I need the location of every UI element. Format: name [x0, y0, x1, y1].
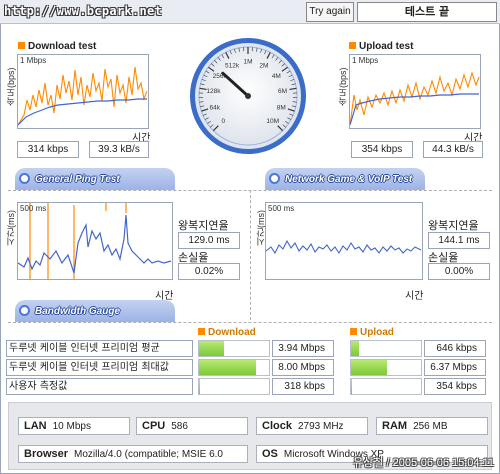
ping-game-series: [265, 239, 422, 255]
ping-game-chart-svg: [265, 239, 422, 255]
download-speed-value: 314 kbps: [17, 141, 79, 158]
bandwidth-row-upload-fill: [351, 379, 353, 394]
download-y-label: 속도(bps): [6, 67, 16, 106]
upload-chart-svg: [349, 71, 480, 126]
ping-general-rtt-value: 129.0 ms: [178, 232, 240, 249]
ping-general-y-label: 시간(ms): [6, 210, 16, 246]
ping-game-rtt-label: 왕복지연율: [428, 220, 479, 232]
cpu-info: CPU 586: [136, 417, 248, 435]
bandwidth-row-download-bar: [198, 359, 270, 376]
download-chart: [17, 54, 149, 129]
upload-scale-label: 1 Mbps: [352, 56, 379, 65]
bandwidth-row-upload-value: 354 kbps: [424, 378, 486, 395]
tab-bullet-icon: [19, 173, 30, 184]
download-rate-value: 39.3 kB/s: [89, 141, 149, 158]
tab-bandwidth-gauge-label: Bandwidth Gauge: [19, 305, 120, 317]
upload-y-label: 속도(bps): [338, 67, 348, 106]
bandwidth-row-download-value: 3.94 Mbps: [272, 340, 334, 357]
test-status: 테스트 끝: [357, 2, 497, 22]
download-title: Download test: [18, 41, 96, 52]
bandwidth-row-download-bar: [198, 340, 270, 357]
bandwidth-row-name: 사용자 측정값: [6, 378, 193, 395]
ping-general-series: [17, 214, 172, 274]
download-series-orange: [17, 66, 148, 126]
bandwidth-row-download-fill: [199, 341, 224, 356]
ping-general-loss-value: 0.02%: [178, 263, 240, 280]
ram-info: RAM 256 MB: [376, 417, 488, 435]
bandwidth-row-upload-bar: [350, 340, 422, 357]
divider-horizontal-bottom: [8, 322, 492, 323]
gauge-hub: [245, 93, 251, 99]
tab-network-game-label: Network Game & VoIP Test: [269, 173, 412, 185]
download-chart-svg: [17, 66, 148, 126]
download-marker-icon: [18, 42, 25, 49]
gauge-tick-label: 1M: [243, 59, 252, 66]
tab-bandwidth-gauge[interactable]: Bandwidth Gauge: [15, 300, 175, 322]
bandwidth-row-download-fill: [199, 379, 201, 394]
tab-bullet-icon: [269, 173, 280, 184]
upload-rate-value: 44.3 kB/s: [423, 141, 483, 158]
tab-general-ping-label: General Ping Test: [19, 173, 120, 185]
footer-signature: 유상철 / 2005-06-06 15:04:11: [353, 457, 494, 469]
gauge-tick-label: 8M: [277, 104, 286, 111]
tab-network-game[interactable]: Network Game & VoIP Test: [265, 168, 425, 190]
tab-bullet-icon: [19, 305, 30, 316]
gauge-tick-label: 6M: [278, 88, 287, 95]
upload-series-blue: [349, 93, 479, 126]
ping-general-chart: [17, 202, 173, 280]
bandwidth-row-name: 두루넷 케이블 인터넷 프리미엄 평균: [6, 340, 193, 357]
upload-chart: [349, 54, 481, 129]
clock-info: Clock 2793 MHz: [256, 417, 368, 435]
site-label: http://www.bcpark.net: [4, 4, 163, 18]
try-again-button[interactable]: Try again: [306, 2, 354, 22]
upload-series-orange: [349, 71, 480, 126]
ping-game-rtt-value: 144.1 ms: [428, 232, 490, 249]
speed-gauge: 064k128k256k512k1M2M4M6M8M10M: [190, 38, 306, 154]
lan-info: LAN 10 Mbps: [18, 417, 130, 435]
gauge-tick-label: 2M: [259, 62, 268, 69]
bandwidth-row-upload-bar: [350, 378, 422, 395]
gauge-tick-label: 0: [221, 118, 225, 125]
ping-general-scale-label: 500 ms: [20, 204, 47, 213]
download-scale-label: 1 Mbps: [20, 56, 47, 65]
gauge-tick-label: 512k: [225, 62, 240, 69]
ping-game-chart: [265, 202, 423, 280]
bandwidth-row-upload-value: 6.37 Mbps: [424, 359, 486, 376]
bandwidth-upload-header: Upload: [350, 327, 394, 338]
bandwidth-row-upload-value: 646 kbps: [424, 340, 486, 357]
ping-general-rtt-label: 왕복지연율: [178, 220, 229, 232]
gauge-tick-label: 128k: [206, 88, 221, 95]
bandwidth-row-download-value: 8.00 Mbps: [272, 359, 334, 376]
ping-general-chart-svg: [17, 203, 172, 279]
bandwidth-row-upload-fill: [351, 341, 360, 356]
upload-marker-icon: [349, 42, 356, 49]
bandwidth-download-marker-icon: [198, 328, 205, 335]
upload-speed-value: 354 kbps: [351, 141, 413, 158]
bandwidth-row-download-bar: [198, 378, 270, 395]
gauge-tick-label: 10M: [266, 118, 279, 125]
bandwidth-row-name: 두루넷 케이블 인터넷 프리미엄 최대값: [6, 359, 193, 376]
bandwidth-row-download-fill: [199, 360, 257, 375]
bandwidth-download-header: Download: [198, 327, 256, 338]
bandwidth-upload-marker-icon: [350, 328, 357, 335]
ping-game-x-label: 시간: [405, 291, 424, 302]
browser-info: Browser Mozilla/4.0 (compatible; MSIE 6.0: [18, 445, 248, 463]
bandwidth-row-download-value: 318 kbps: [272, 378, 334, 395]
gauge-tick-label: 4M: [272, 73, 281, 80]
bandwidth-row-upload-fill: [351, 360, 388, 375]
download-series-blue: [17, 98, 147, 126]
ping-game-loss-value: 0.00%: [428, 263, 490, 280]
ping-game-scale-label: 500 ms: [268, 204, 295, 213]
bandwidth-row-upload-bar: [350, 359, 422, 376]
upload-title: Upload test: [349, 41, 413, 52]
divider-vertical: [250, 190, 251, 320]
gauge-tick-label: 64k: [209, 104, 220, 111]
tab-general-ping[interactable]: General Ping Test: [15, 168, 175, 190]
